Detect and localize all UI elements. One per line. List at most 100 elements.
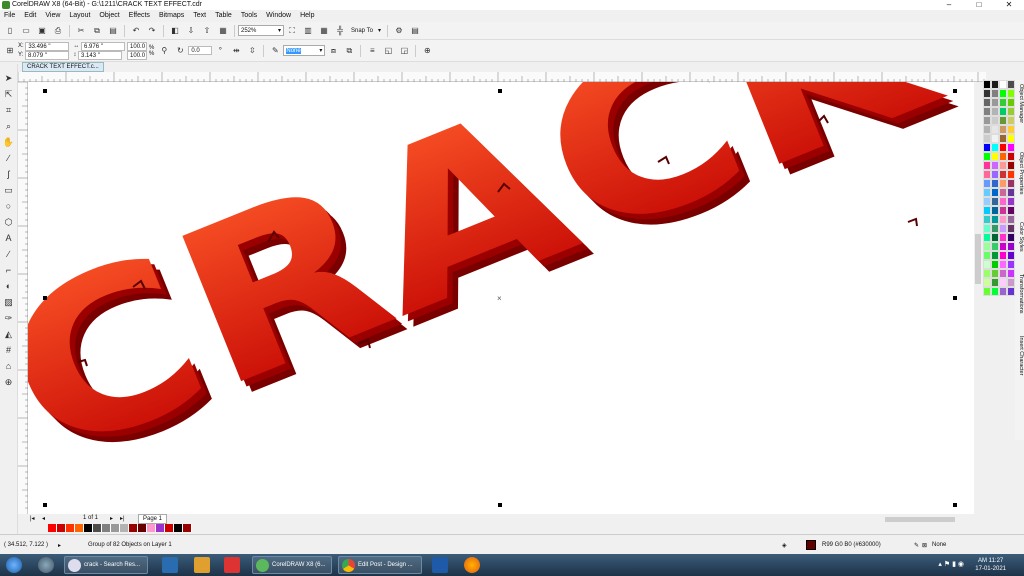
docker-tab-insert-character[interactable]: Insert Character bbox=[1015, 336, 1024, 375]
horizontal-scrollbar[interactable] bbox=[520, 516, 974, 523]
palette-swatch[interactable] bbox=[991, 215, 999, 224]
palette-swatch[interactable] bbox=[983, 98, 991, 107]
palette-swatch[interactable] bbox=[1007, 143, 1015, 152]
palette-swatch[interactable] bbox=[999, 143, 1007, 152]
docker-tab-color-styles[interactable]: Color Styles bbox=[1015, 222, 1024, 252]
cut-icon[interactable]: ✂ bbox=[75, 25, 87, 37]
vertical-scrollbar[interactable] bbox=[974, 82, 982, 514]
artistic-media-tool-icon[interactable]: ʃ bbox=[3, 168, 15, 180]
menu-view[interactable]: View bbox=[45, 10, 60, 22]
docker-tab-object-properties[interactable]: Object Properties bbox=[1015, 152, 1024, 195]
lock-ratio-icon[interactable]: ⚲ bbox=[158, 45, 170, 57]
document-palette-swatch[interactable] bbox=[93, 524, 102, 532]
parallel-dimension-tool-icon[interactable]: ∕ bbox=[3, 248, 15, 260]
pick-tool-icon[interactable]: ➤ bbox=[3, 72, 15, 84]
palette-swatch[interactable] bbox=[983, 251, 991, 260]
outline-pen-status-icon[interactable]: ✎ bbox=[914, 542, 919, 549]
menu-layout[interactable]: Layout bbox=[69, 10, 90, 22]
show-grid-icon[interactable]: ▦ bbox=[318, 25, 330, 37]
snap-to-dropdown[interactable]: Snap To ▾ bbox=[348, 25, 384, 36]
palette-swatch[interactable] bbox=[991, 179, 999, 188]
palette-swatch[interactable] bbox=[999, 179, 1007, 188]
palette-swatch[interactable] bbox=[999, 215, 1007, 224]
taskbar-item-edit-post[interactable]: Edit Post - Design ... bbox=[338, 556, 422, 574]
palette-swatch[interactable] bbox=[991, 89, 999, 98]
zoom-tool-icon[interactable]: ⌕ bbox=[3, 120, 15, 132]
palette-swatch[interactable] bbox=[983, 242, 991, 251]
palette-swatch[interactable] bbox=[983, 125, 991, 134]
palette-swatch[interactable] bbox=[983, 260, 991, 269]
show-guidelines-icon[interactable]: ╬ bbox=[334, 25, 346, 37]
export-icon[interactable]: ⇧ bbox=[201, 25, 213, 37]
shape-tool-icon[interactable]: ⇱ bbox=[3, 88, 15, 100]
document-palette-swatch[interactable] bbox=[156, 524, 165, 532]
palette-swatch[interactable] bbox=[991, 224, 999, 233]
palette-swatch[interactable] bbox=[999, 152, 1007, 161]
options-gear-icon[interactable]: ⚙ bbox=[393, 25, 405, 37]
palette-swatch[interactable] bbox=[991, 134, 999, 143]
horizontal-scroll-thumb[interactable] bbox=[885, 517, 955, 522]
object-origin-icon[interactable]: ⊞ bbox=[4, 45, 16, 57]
palette-swatch[interactable] bbox=[1007, 287, 1015, 296]
document-palette-swatch[interactable] bbox=[75, 524, 84, 532]
palette-swatch[interactable] bbox=[1007, 197, 1015, 206]
palette-swatch[interactable] bbox=[991, 80, 999, 89]
last-page-icon[interactable]: ▸| bbox=[120, 515, 125, 522]
vertical-scroll-thumb[interactable] bbox=[975, 234, 981, 284]
minimize-button[interactable]: – bbox=[934, 0, 964, 10]
color-palette[interactable] bbox=[983, 80, 1015, 520]
palette-swatch[interactable] bbox=[999, 170, 1007, 179]
menu-edit[interactable]: Edit bbox=[24, 10, 36, 22]
palette-swatch[interactable] bbox=[999, 98, 1007, 107]
y-position-field[interactable]: 8.079 " bbox=[25, 50, 70, 60]
transparency-tool-icon[interactable]: ▨ bbox=[3, 296, 15, 308]
page-tab[interactable]: Page 1 bbox=[138, 514, 168, 524]
palette-swatch[interactable] bbox=[1007, 152, 1015, 161]
menu-object[interactable]: Object bbox=[99, 10, 119, 22]
taskbar-item-coreldraw[interactable]: CorelDRAW X8 (6... bbox=[252, 556, 332, 574]
ellipse-tool-icon[interactable]: ○ bbox=[3, 200, 15, 212]
palette-swatch[interactable] bbox=[1007, 188, 1015, 197]
palette-swatch[interactable] bbox=[983, 269, 991, 278]
add-icon[interactable]: ⊕ bbox=[421, 45, 433, 57]
palette-swatch[interactable] bbox=[999, 80, 1007, 89]
mirror-vertical-icon[interactable]: ⇳ bbox=[246, 45, 258, 57]
palette-swatch[interactable] bbox=[1007, 134, 1015, 143]
palette-swatch[interactable] bbox=[1007, 161, 1015, 170]
handle-middle-right[interactable] bbox=[953, 296, 957, 300]
palette-swatch[interactable] bbox=[983, 107, 991, 116]
palette-swatch[interactable] bbox=[999, 125, 1007, 134]
freehand-tool-icon[interactable]: ∕ bbox=[3, 152, 15, 164]
palette-swatch[interactable] bbox=[999, 89, 1007, 98]
x-position-field[interactable]: 33.496 " bbox=[25, 41, 70, 51]
break-apart-icon[interactable]: ⧉ bbox=[343, 45, 355, 57]
publish-pdf-icon[interactable]: ▦ bbox=[217, 25, 229, 37]
text-tool-icon[interactable]: A bbox=[3, 232, 15, 244]
status-arrow-icon[interactable]: ▸ bbox=[58, 542, 61, 549]
palette-swatch[interactable] bbox=[991, 233, 999, 242]
rotation-angle-field[interactable]: 0.0 bbox=[188, 46, 213, 55]
document-palette-swatch[interactable] bbox=[111, 524, 120, 532]
handle-middle-left[interactable] bbox=[43, 296, 47, 300]
palette-swatch[interactable] bbox=[999, 269, 1007, 278]
full-screen-icon[interactable]: ⛶ bbox=[286, 25, 298, 37]
mirror-horizontal-icon[interactable]: ⇹ bbox=[230, 45, 242, 57]
palette-swatch[interactable] bbox=[999, 134, 1007, 143]
palette-swatch[interactable] bbox=[999, 161, 1007, 170]
palette-swatch[interactable] bbox=[1007, 269, 1015, 278]
document-palette-swatch[interactable] bbox=[57, 524, 66, 532]
palette-swatch[interactable] bbox=[983, 287, 991, 296]
prev-page-icon[interactable]: ◂ bbox=[42, 515, 45, 522]
palette-swatch[interactable] bbox=[983, 143, 991, 152]
palette-swatch[interactable] bbox=[991, 161, 999, 170]
document-palette-swatch[interactable] bbox=[183, 524, 192, 532]
menu-help[interactable]: Help bbox=[300, 10, 314, 22]
zoom-level-select[interactable]: 252% ▾ bbox=[238, 25, 284, 36]
rectangle-tool-icon[interactable]: ▭ bbox=[3, 184, 15, 196]
handle-top-right[interactable] bbox=[953, 89, 957, 93]
handle-bottom-middle[interactable] bbox=[498, 503, 502, 507]
palette-swatch[interactable] bbox=[1007, 251, 1015, 260]
smart-fill-tool-icon[interactable]: # bbox=[3, 344, 15, 356]
palette-swatch[interactable] bbox=[991, 152, 999, 161]
search-content-icon[interactable]: ◧ bbox=[169, 25, 181, 37]
